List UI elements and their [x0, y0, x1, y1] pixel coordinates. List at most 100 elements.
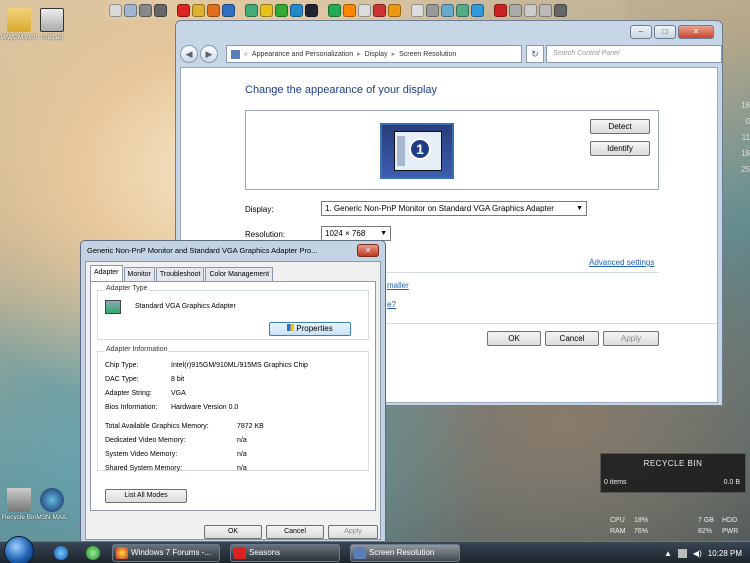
hdd-label: HDD — [722, 517, 738, 524]
breadcrumb-item[interactable]: Appearance and Personalization — [252, 51, 353, 58]
desktop-icon-msn-mail[interactable]: MSN MAIL — [33, 488, 71, 521]
resolution-select-value: 1024 × 768 — [325, 229, 366, 238]
display-select[interactable]: 1. Generic Non-PnP Monitor on Standard V… — [321, 201, 587, 216]
clock[interactable]: 10:28 PM — [708, 549, 742, 558]
recycle-bin-gadget[interactable]: RECYCLE BIN 0 items 0.0 B — [600, 453, 746, 493]
image-file-icon — [40, 8, 64, 32]
device-icon[interactable] — [139, 3, 152, 17]
detect-button[interactable]: Detect — [590, 119, 650, 134]
info-value: Hardware Version 0.0 — [171, 404, 239, 411]
pwr-value: 82% — [698, 528, 713, 535]
app-icon[interactable] — [388, 3, 401, 17]
media-icon[interactable] — [328, 3, 341, 17]
ok-button[interactable]: OK — [204, 525, 262, 539]
torrent-icon[interactable] — [275, 3, 288, 17]
close-button[interactable]: ✕ — [357, 244, 379, 257]
back-button[interactable]: ◀ — [180, 45, 198, 63]
tab-color-management[interactable]: Color Management — [205, 267, 274, 281]
start-button[interactable] — [4, 536, 34, 563]
list-all-modes-button[interactable]: List All Modes — [105, 489, 187, 503]
usb-icon[interactable] — [524, 3, 537, 17]
trash-icon[interactable] — [539, 3, 552, 17]
music-icon[interactable] — [124, 3, 137, 17]
calendar-number: 18 — [741, 149, 750, 158]
torrent-icon[interactable] — [86, 546, 100, 560]
desktop-icon-untitled[interactable]: Untitled — [33, 8, 71, 41]
info-key: Bios Information: — [105, 404, 158, 411]
skype-icon[interactable] — [290, 3, 303, 17]
gadget-title: RECYCLE BIN — [643, 459, 703, 468]
taskbar-button-windows7-forums[interactable]: Windows 7 Forums -... — [112, 544, 220, 562]
cpu-value: 18% — [634, 517, 649, 524]
player-icon[interactable] — [373, 3, 386, 17]
folder-icon[interactable] — [109, 3, 122, 17]
taskbar-button-screen-resolution[interactable]: Screen Resolution — [350, 544, 460, 562]
chevron-down-icon: ▼ — [380, 230, 387, 237]
dialog-title: Generic Non-PnP Monitor and Standard VGA… — [87, 246, 318, 255]
steam-icon[interactable] — [305, 3, 318, 17]
recycle-bin-icon — [7, 488, 31, 512]
breadcrumb-item[interactable]: Screen Resolution — [399, 51, 456, 58]
folder-icon — [7, 8, 31, 32]
firefox-icon[interactable] — [207, 3, 220, 17]
ok-button[interactable]: OK — [487, 331, 541, 346]
search-input[interactable]: Search Control Panel — [546, 45, 722, 63]
mail-icon[interactable] — [411, 3, 424, 17]
apply-button[interactable]: Apply — [328, 525, 378, 539]
control-panel-icon — [354, 547, 366, 559]
forward-button[interactable]: ▶ — [200, 45, 218, 63]
network-icon[interactable] — [471, 3, 484, 17]
properties-button[interactable]: Properties — [269, 322, 351, 336]
tab-strip: Adapter Monitor Troubleshoot Color Manag… — [90, 265, 274, 281]
memory-key: System Video Memory: — [105, 451, 178, 458]
ram-label: RAM — [610, 528, 626, 535]
browser-icon[interactable] — [222, 3, 235, 17]
monitor-1[interactable]: 1 — [380, 123, 454, 179]
chat-icon[interactable] — [260, 3, 273, 17]
show-hidden-icons-icon[interactable]: ▲ — [664, 549, 672, 558]
window-controls: – □ ✕ — [630, 25, 714, 39]
identify-button[interactable]: Identify — [590, 141, 650, 156]
cancel-button[interactable]: Cancel — [266, 525, 324, 539]
chevron-down-icon: ▼ — [576, 205, 583, 212]
info-value: VGA — [171, 390, 186, 397]
address-bar[interactable]: « Appearance and Personalization ▸ Displ… — [226, 45, 522, 63]
apply-button[interactable]: Apply — [603, 331, 659, 346]
memory-value: n/a — [237, 465, 247, 472]
settings-icon[interactable] — [554, 3, 567, 17]
calc-icon[interactable] — [426, 3, 439, 17]
drive-icon[interactable] — [154, 3, 167, 17]
vlc-icon[interactable] — [343, 3, 356, 17]
close-button[interactable]: ✕ — [678, 25, 714, 39]
editor-icon[interactable] — [456, 3, 469, 17]
monitor-screen: 1 — [394, 131, 442, 171]
advanced-settings-link[interactable]: Advanced settings — [589, 258, 654, 267]
calendar-number: 11 — [741, 133, 750, 142]
chrome-icon[interactable] — [192, 3, 205, 17]
clock-icon[interactable] — [494, 3, 507, 17]
breadcrumb-item[interactable]: Display — [365, 51, 388, 58]
desktop-icon-label: MSN MAIL — [36, 514, 68, 521]
people-icon[interactable] — [245, 3, 258, 17]
resolution-select[interactable]: 1024 × 768 ▼ — [321, 226, 391, 241]
volume-icon[interactable]: ◀) — [693, 549, 702, 558]
tab-monitor[interactable]: Monitor — [123, 267, 155, 281]
minimize-button[interactable]: – — [630, 25, 652, 39]
text-size-link[interactable]: maller — [387, 281, 409, 290]
cancel-button[interactable]: Cancel — [545, 331, 599, 346]
tools-icon[interactable] — [509, 3, 522, 17]
tab-adapter[interactable]: Adapter — [90, 265, 123, 281]
network-icon[interactable] — [677, 548, 687, 558]
maximize-button[interactable]: □ — [654, 25, 676, 39]
notes-icon[interactable] — [358, 3, 371, 17]
paint-icon[interactable] — [441, 3, 454, 17]
taskbar-button-seasons[interactable]: Seasons — [230, 544, 340, 562]
settings-help-link[interactable]: e? — [387, 300, 396, 309]
opera-icon[interactable] — [177, 3, 190, 17]
desktop-icon-label: Untitled — [40, 34, 64, 41]
navigation-bar: ◀ ▶ « Appearance and Personalization ▸ D… — [180, 43, 722, 65]
tab-troubleshoot[interactable]: Troubleshoot — [155, 267, 205, 281]
internet-explorer-icon[interactable] — [54, 546, 68, 560]
refresh-icon[interactable]: ↻ — [526, 45, 544, 63]
taskbar-button-label: Windows 7 Forums -... — [131, 548, 212, 557]
